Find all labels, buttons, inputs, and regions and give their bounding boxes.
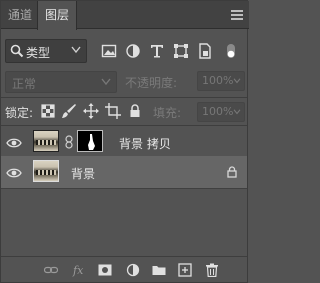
filter-pixel-layer-icon[interactable]	[101, 43, 117, 59]
fill-value: 100%	[202, 105, 234, 118]
lock-row: 锁定: 填充: 100%	[5, 102, 245, 122]
layer-mask-thumbnail[interactable]	[77, 130, 103, 152]
lock-position-move-icon[interactable]	[83, 103, 99, 119]
layer-filter-row: 类型	[5, 39, 245, 63]
eye-visibility-icon[interactable]	[6, 167, 22, 179]
filter-kind-label: 类型	[26, 46, 51, 60]
opacity-value: 100%	[202, 74, 234, 87]
chevron-down-icon	[233, 109, 241, 115]
fill-field[interactable]: 100%	[197, 102, 245, 122]
layer-name[interactable]: 背景	[71, 165, 95, 182]
lock-image-pixels-brush-icon[interactable]	[61, 103, 77, 119]
layer-thumbnail[interactable]	[33, 160, 59, 182]
svg-text:fx: fx	[72, 264, 84, 277]
lock-all-icon[interactable]	[127, 103, 143, 119]
filter-toggle-icon[interactable]	[223, 43, 239, 59]
lock-label: 锁定:	[5, 106, 34, 120]
lock-transparent-pixels-icon[interactable]	[40, 103, 56, 119]
chevron-down-icon	[233, 78, 241, 84]
divider	[1, 97, 247, 98]
filter-smart-object-icon[interactable]	[197, 43, 213, 59]
fx-layer-style-icon[interactable]: fx	[72, 263, 86, 277]
search-icon	[10, 44, 24, 58]
new-layer-icon[interactable]	[178, 263, 192, 277]
filter-adjustment-layer-icon[interactable]	[125, 43, 141, 59]
eye-visibility-icon[interactable]	[6, 137, 22, 149]
new-group-folder-icon[interactable]	[152, 263, 166, 277]
layer-row-background-copy[interactable]: 背景 拷贝	[1, 126, 247, 160]
layer-name[interactable]: 背景 拷贝	[119, 135, 171, 152]
chevron-down-icon	[71, 46, 81, 54]
blend-row: 正常 不透明度: 100%	[5, 71, 245, 93]
delete-layer-trash-icon[interactable]	[205, 263, 219, 277]
tab-layers[interactable]: 图层	[37, 1, 77, 30]
layer-row-background[interactable]: 背景	[1, 156, 247, 189]
panel-tab-bar: 通道 图层	[1, 1, 249, 30]
filter-kind-dropdown[interactable]: 类型	[5, 39, 87, 63]
opacity-field[interactable]: 100%	[197, 71, 245, 91]
layers-bottom-toolbar: fx	[1, 256, 247, 282]
add-layer-mask-icon[interactable]	[98, 263, 112, 277]
tab-channels[interactable]: 通道	[5, 1, 35, 29]
blend-mode-dropdown[interactable]: 正常	[5, 71, 117, 93]
opacity-label: 不透明度:	[125, 76, 178, 90]
filter-shape-layer-icon[interactable]	[173, 43, 189, 59]
link-chain-icon[interactable]	[65, 135, 73, 149]
new-adjustment-layer-icon[interactable]	[126, 263, 140, 277]
filter-type-layer-icon[interactable]	[149, 43, 165, 59]
link-layers-icon[interactable]	[44, 263, 58, 277]
fill-label: 填充:	[153, 106, 182, 120]
lock-icon	[227, 166, 237, 178]
panel-menu-icon[interactable]	[231, 10, 243, 20]
layer-thumbnail[interactable]	[33, 130, 59, 152]
layers-panel: 通道 图层 类型 正常 不透明度: 100% 锁定: 填充: 100% 背景 拷…	[0, 0, 249, 283]
mask-shape-icon	[88, 134, 95, 150]
blend-mode-value: 正常	[12, 77, 37, 91]
lock-artboard-crop-icon[interactable]	[105, 103, 121, 119]
chevron-down-icon	[101, 78, 111, 86]
